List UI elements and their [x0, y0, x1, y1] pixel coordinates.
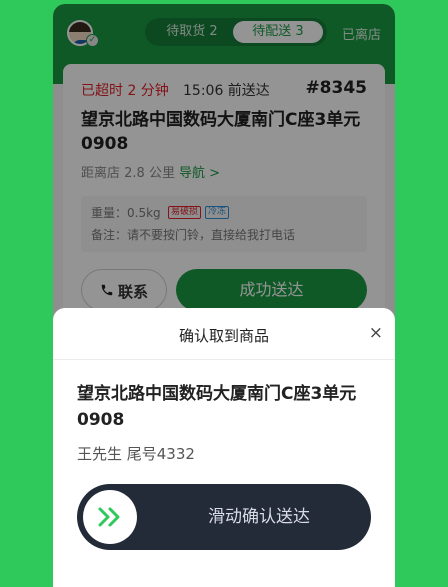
- confirm-sheet: 确认取到商品 × 望京北路中国数码大厦南门C座3单元0908 王先生 尾号433…: [53, 308, 395, 587]
- sheet-address: 望京北路中国数码大厦南门C座3单元0908: [77, 384, 357, 430]
- slide-to-confirm[interactable]: 滑动确认送达: [77, 484, 371, 550]
- customer-info: 王先生 尾号4332: [77, 445, 195, 463]
- slider-label: 滑动确认送达: [208, 507, 310, 527]
- phone-screen: ✓ 待取货 2 待配送 3 已离店 已超时 2 分钟 15:06 前送达 #83…: [53, 4, 395, 587]
- slider-handle[interactable]: [83, 490, 137, 544]
- double-chevron-right-icon: [98, 507, 120, 527]
- close-icon[interactable]: ×: [369, 324, 383, 342]
- sheet-title: 确认取到商品: [178, 327, 269, 345]
- divider: [53, 359, 395, 360]
